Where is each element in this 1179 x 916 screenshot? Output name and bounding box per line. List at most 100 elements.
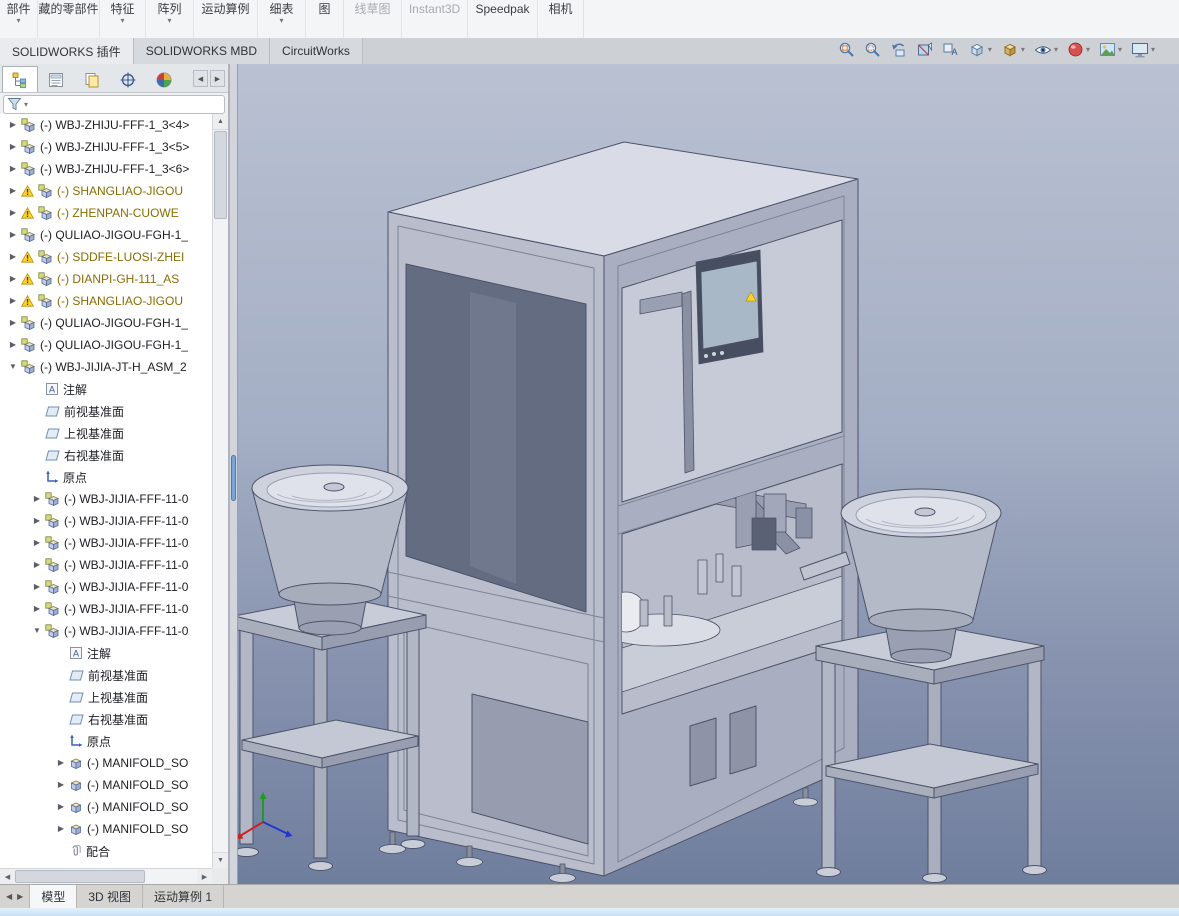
expand-arrow-icon[interactable]: ▶ [29, 532, 45, 554]
tree-item[interactable]: ▼ (-) WBJ-JIJIA-JT-H_ASM_2 [0, 356, 212, 378]
ribbon-button-6[interactable]: 细表 ▾ [258, 0, 306, 38]
ribbon-button-4[interactable]: 阵列 ▾ [146, 0, 194, 38]
filter-funnel-icon[interactable] [7, 97, 22, 111]
tree-item[interactable]: 配合 [0, 840, 212, 862]
tree-item[interactable]: A 注解 [0, 378, 212, 400]
tree-item[interactable]: ▶ (-) SHANGLIAO-JIGOU [0, 180, 212, 202]
tree-item[interactable]: ▶ (-) WBJ-ZHIJU-FFF-1_3<5> [0, 136, 212, 158]
tree-item[interactable]: ▶ (-) WBJ-JIJIA-FFF-11-0 [0, 532, 212, 554]
vertical-scroll-thumb[interactable] [214, 131, 227, 219]
command-tab-2[interactable]: SOLIDWORKS MBD [133, 38, 271, 64]
section-view-button[interactable] [916, 41, 933, 58]
display-style-button[interactable]: ▾ [1001, 41, 1025, 58]
tree-item[interactable]: ▶ (-) QULIAO-JIGOU-FGH-1_ [0, 224, 212, 246]
tree-item[interactable]: 右视基准面 [0, 708, 212, 730]
panel-splitter[interactable] [229, 64, 238, 884]
tree-item[interactable]: ▼ (-) WBJ-JIJIA-FFF-11-0 [0, 620, 212, 642]
tree-item[interactable]: 上视基准面 [0, 422, 212, 444]
document-tab-2[interactable]: 3D 视图 [77, 885, 144, 908]
ribbon-button-2[interactable]: 藏的零部件 [38, 0, 100, 38]
expand-arrow-icon[interactable]: ▶ [53, 818, 69, 840]
scroll-right-icon[interactable]: ▶ [197, 869, 212, 884]
expand-arrow-icon[interactable]: ▶ [5, 268, 21, 290]
panel-tab-displaymanager[interactable] [146, 66, 182, 92]
expand-arrow-icon[interactable]: ▶ [5, 224, 21, 246]
panel-tab-propertymanager[interactable] [38, 66, 74, 92]
tabs-scroll-left-icon[interactable]: ◀ [6, 892, 12, 901]
ribbon-button-5[interactable]: 运动算例 [194, 0, 258, 38]
tree-item[interactable]: 原点 [0, 730, 212, 752]
collapse-arrow-icon[interactable]: ▼ [29, 620, 45, 642]
expand-arrow-icon[interactable]: ▶ [53, 752, 69, 774]
collapse-arrow-icon[interactable]: ▼ [5, 356, 21, 378]
tree-item[interactable]: ▶ (-) SDDFE-LUOSI-ZHEI [0, 246, 212, 268]
tree-item[interactable]: 前视基准面 [0, 400, 212, 422]
scroll-up-icon[interactable]: ▲ [213, 114, 228, 130]
tabs-scroll-right-icon[interactable]: ▶ [17, 892, 23, 901]
tree-item[interactable]: ▶ (-) MANIFOLD_SO [0, 774, 212, 796]
panel-tabs-scroll-right-icon[interactable]: ▶ [210, 70, 225, 87]
tree-item[interactable]: 右视基准面 [0, 444, 212, 466]
horizontal-scroll-track[interactable] [15, 869, 197, 884]
tree-item[interactable]: ▶ (-) QULIAO-JIGOU-FGH-1_ [0, 312, 212, 334]
tree-item[interactable]: ▶ (-) DIANPI-GH-111_AS [0, 268, 212, 290]
expand-arrow-icon[interactable]: ▶ [29, 488, 45, 510]
expand-arrow-icon[interactable]: ▶ [5, 246, 21, 268]
horizontal-scroll-thumb[interactable] [15, 870, 145, 883]
panel-tabs-scroll-left-icon[interactable]: ◀ [193, 70, 208, 87]
expand-arrow-icon[interactable]: ▶ [5, 136, 21, 158]
panel-tab-dimxpertmanager[interactable] [110, 66, 146, 92]
tree-vertical-scrollbar[interactable]: ▲ ▼ [212, 114, 228, 868]
tree-item[interactable]: ▶ (-) WBJ-JIJIA-FFF-11-0 [0, 554, 212, 576]
tree-item[interactable]: ▶ (-) WBJ-JIJIA-FFF-11-0 [0, 488, 212, 510]
tree-item[interactable]: ▶ (-) ZHENPAN-CUOWE [0, 202, 212, 224]
tree-item[interactable]: 前视基准面 [0, 664, 212, 686]
ribbon-button-3[interactable]: 特征 ▾ [100, 0, 146, 38]
tree-item[interactable]: ▶ (-) MANIFOLD_SO [0, 796, 212, 818]
tree-item[interactable]: ▶ (-) WBJ-JIJIA-FFF-11-0 [0, 510, 212, 532]
tree-item[interactable]: 原点 [0, 466, 212, 488]
graphics-viewport[interactable] [238, 64, 1179, 884]
tree-item[interactable]: A 注解 [0, 642, 212, 664]
expand-arrow-icon[interactable]: ▶ [5, 290, 21, 312]
apply-scene-button[interactable]: ▾ [1099, 42, 1122, 57]
ribbon-button-10[interactable]: Speedpak [468, 0, 538, 38]
expand-arrow-icon[interactable]: ▶ [5, 180, 21, 202]
zoom-to-fit-button[interactable] [838, 41, 855, 58]
tree-horizontal-scrollbar[interactable]: ◀ ▶ [0, 868, 212, 884]
view-settings-button[interactable]: ▾ [1131, 42, 1155, 58]
zoom-to-area-button[interactable] [864, 41, 881, 58]
expand-arrow-icon[interactable]: ▶ [29, 576, 45, 598]
ribbon-button-7[interactable]: 图 [306, 0, 344, 38]
hide-show-items-button[interactable]: ▾ [1034, 43, 1058, 57]
ribbon-button-9[interactable]: Instant3D [402, 0, 468, 38]
tree-item[interactable]: ▶ (-) MANIFOLD_SO [0, 818, 212, 840]
tree-item[interactable]: ▶ (-) QULIAO-JIGOU-FGH-1_ [0, 334, 212, 356]
expand-arrow-icon[interactable]: ▶ [5, 114, 21, 136]
document-tab-1[interactable]: 模型 [30, 885, 78, 908]
scroll-left-icon[interactable]: ◀ [0, 869, 15, 884]
ribbon-button-11[interactable]: 相机 [538, 0, 584, 38]
view-orientation-button[interactable]: ▾ [968, 41, 992, 58]
tree-item[interactable]: ▶ (-) MANIFOLD_SO [0, 752, 212, 774]
tree-item[interactable]: 上视基准面 [0, 686, 212, 708]
command-tab-1[interactable]: SOLIDWORKS 插件 [0, 38, 134, 64]
tree-item[interactable]: ▶ (-) WBJ-ZHIJU-FFF-1_3<6> [0, 158, 212, 180]
expand-arrow-icon[interactable]: ▶ [5, 334, 21, 356]
ribbon-button-1[interactable]: 部件 ▾ [0, 0, 38, 38]
expand-arrow-icon[interactable]: ▶ [5, 158, 21, 180]
command-tab-3[interactable]: CircuitWorks [270, 38, 363, 64]
document-tab-3[interactable]: 运动算例 1 [143, 885, 225, 908]
previous-view-button[interactable] [890, 41, 907, 58]
panel-tab-featuremanager-tree[interactable] [2, 66, 38, 92]
expand-arrow-icon[interactable]: ▶ [53, 774, 69, 796]
expand-arrow-icon[interactable]: ▶ [5, 202, 21, 224]
panel-tab-configurationmanager[interactable] [74, 66, 110, 92]
expand-arrow-icon[interactable]: ▶ [29, 554, 45, 576]
ribbon-button-8[interactable]: 线草图 [344, 0, 402, 38]
expand-arrow-icon[interactable]: ▶ [29, 598, 45, 620]
filter-box[interactable]: ▾ [3, 94, 225, 114]
scroll-down-icon[interactable]: ▼ [213, 852, 228, 868]
dynamic-annotation-views-button[interactable]: A [942, 41, 959, 58]
expand-arrow-icon[interactable]: ▶ [53, 796, 69, 818]
